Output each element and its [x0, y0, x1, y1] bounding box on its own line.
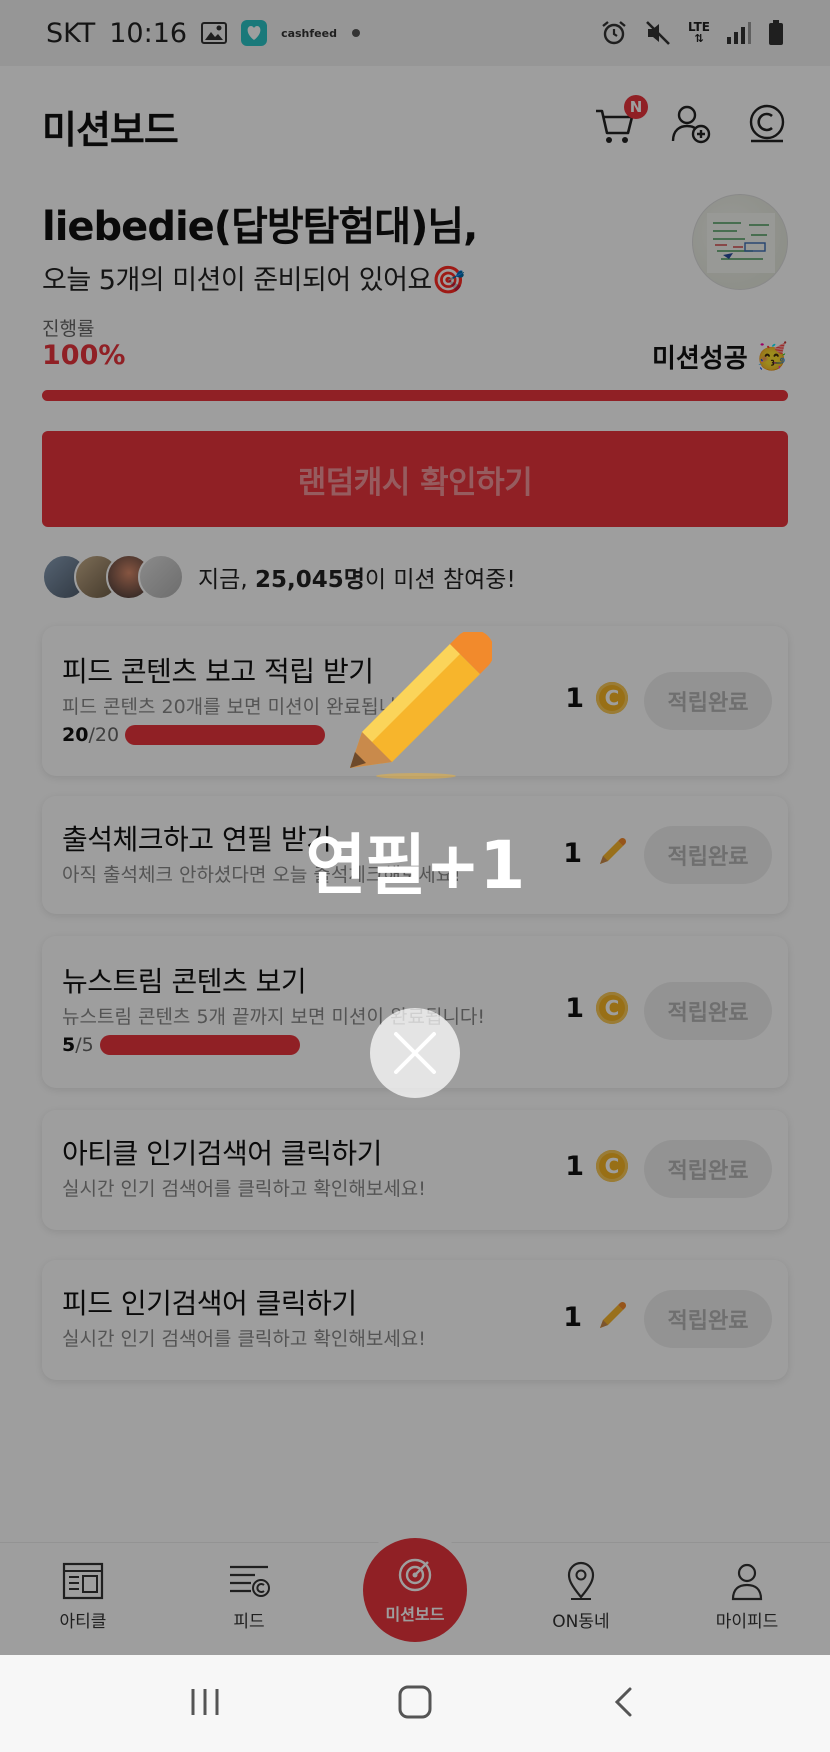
system-nav-bar — [0, 1655, 830, 1752]
close-icon — [394, 1032, 436, 1074]
screen: SKT 10:16 cash feed LTE ⇅ 미션보드 N liebedi… — [0, 0, 830, 1752]
home-button[interactable] — [397, 1684, 433, 1724]
recent-apps-button[interactable] — [188, 1685, 222, 1723]
pencil-icon — [340, 629, 495, 784]
back-button[interactable] — [608, 1685, 642, 1723]
recent-apps-icon — [191, 1688, 219, 1715]
back-icon — [615, 1687, 632, 1716]
home-icon — [398, 1685, 432, 1718]
close-button[interactable] — [370, 1008, 460, 1098]
reward-popup-text: 연필+1 — [305, 827, 526, 904]
